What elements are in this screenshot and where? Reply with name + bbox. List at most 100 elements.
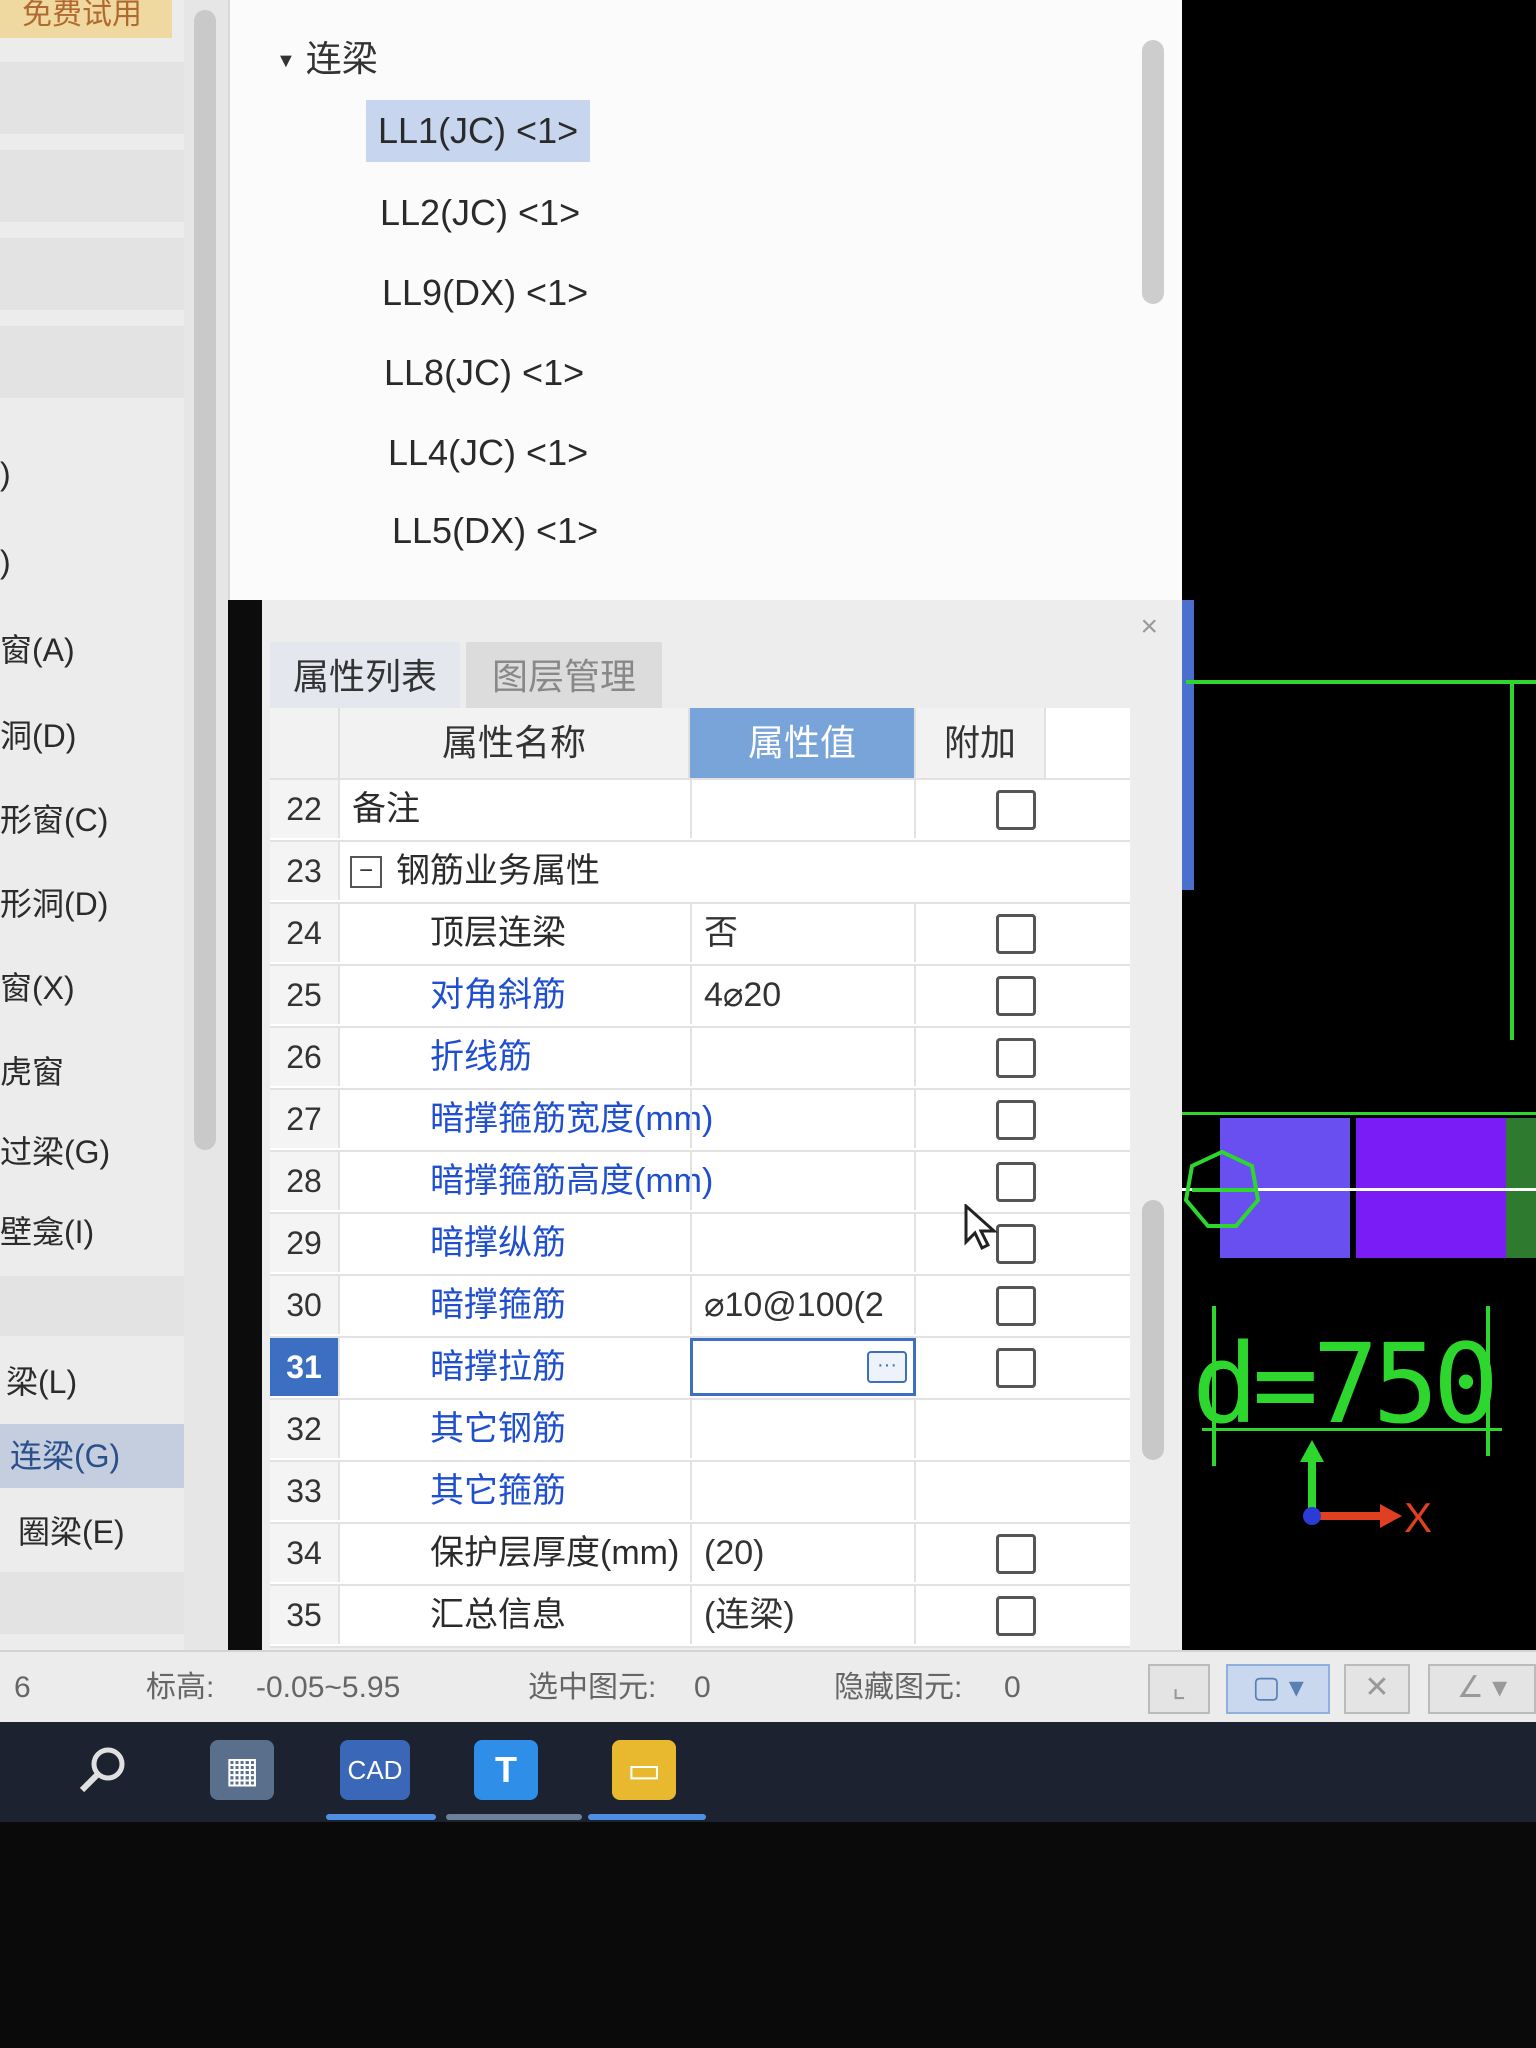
cad-line xyxy=(1186,680,1536,684)
file-explorer-icon[interactable]: ▭ xyxy=(612,1740,676,1800)
angle-tool-icon[interactable]: ∠ ▾ xyxy=(1428,1664,1536,1714)
tree-item-ll9[interactable]: LL9(DX) <1> xyxy=(370,262,600,324)
property-name: 汇总信息 xyxy=(430,1596,566,1634)
sidebar-blank-row xyxy=(0,150,190,222)
extra-checkbox[interactable] xyxy=(996,914,1036,954)
header-extra[interactable]: 附加 xyxy=(916,708,1046,778)
collapse-minus-icon[interactable]: − xyxy=(350,856,382,888)
cad-drawing-canvas[interactable]: d=750 X xyxy=(1182,0,1536,1650)
tree-item-ll4[interactable]: LL4(JC) <1> xyxy=(376,422,600,484)
extra-checkbox[interactable] xyxy=(996,1162,1036,1202)
canvas-edge-strip xyxy=(1182,600,1194,890)
property-value-text: ⌀10@100(2 xyxy=(704,1286,884,1324)
property-row[interactable]: 36抗震等级(一级抗震) xyxy=(270,1646,1130,1648)
property-value[interactable] xyxy=(690,1028,916,1086)
property-name: 暗撑箍筋宽度(mm) xyxy=(430,1100,714,1138)
calculator-icon[interactable]: ▦ xyxy=(210,1740,274,1800)
property-row[interactable]: 29 暗撑纵筋 xyxy=(270,1212,1130,1272)
hidden-elements-value: 0 xyxy=(1004,1671,1021,1704)
property-row[interactable]: 23− 钢筋业务属性 xyxy=(270,840,1130,900)
caret-down-icon[interactable]: ▼ xyxy=(276,50,296,72)
extra-checkbox[interactable] xyxy=(996,1100,1036,1140)
extra-checkbox[interactable] xyxy=(996,976,1036,1016)
property-row[interactable]: 32 其它钢筋 xyxy=(270,1398,1130,1458)
extra-checkbox[interactable] xyxy=(996,1038,1036,1078)
property-row[interactable]: 24 顶层连梁 否 xyxy=(270,902,1130,962)
tab-layer-management[interactable]: 图层管理 xyxy=(466,642,662,712)
header-property-name[interactable]: 属性名称 xyxy=(340,708,690,778)
extra-checkbox[interactable] xyxy=(996,1224,1036,1264)
ellipsis-button[interactable]: ··· xyxy=(867,1351,907,1383)
row-number: 32 xyxy=(270,1400,340,1458)
property-row[interactable]: 28 暗撑箍筋高度(mm) xyxy=(270,1150,1130,1210)
axis-marker-icon[interactable] xyxy=(1182,1148,1262,1232)
axis-x-label: X xyxy=(1404,1494,1433,1541)
row-number: 25 xyxy=(270,966,340,1024)
cad-line xyxy=(1182,1112,1536,1115)
property-value[interactable] xyxy=(690,1214,916,1272)
tree-item-ll2[interactable]: LL2(JC) <1> xyxy=(368,182,592,244)
cad-app-icon[interactable]: CAD xyxy=(340,1740,410,1800)
property-name: 保护层厚度(mm) xyxy=(430,1534,680,1572)
tab-property-list[interactable]: 属性列表 xyxy=(270,642,460,712)
property-value[interactable]: 4⌀20 xyxy=(690,966,916,1024)
property-value[interactable] xyxy=(690,1090,916,1148)
property-row[interactable]: 26 折线筋 xyxy=(270,1026,1130,1086)
ortho-toggle-icon[interactable]: ⌞ xyxy=(1148,1664,1210,1714)
property-row[interactable]: 33 其它箍筋 xyxy=(270,1460,1130,1520)
property-row[interactable]: 30 暗撑箍筋 ⌀10@100(2 xyxy=(270,1274,1130,1334)
extra-checkbox[interactable] xyxy=(996,1534,1036,1574)
property-row[interactable]: 25 对角斜筋 4⌀20 xyxy=(270,964,1130,1024)
property-value[interactable]: ⌀10@100(2 xyxy=(690,1276,916,1334)
extra-checkbox[interactable] xyxy=(996,1286,1036,1326)
monitor-bezel xyxy=(0,1822,1536,2048)
sidebar-blank-row xyxy=(0,1276,190,1336)
property-value[interactable]: (20) xyxy=(690,1524,916,1582)
text-app-icon[interactable]: T xyxy=(474,1740,538,1800)
row-number: 35 xyxy=(270,1586,340,1644)
property-row[interactable]: 22 备注 xyxy=(270,778,1130,838)
extra-checkbox[interactable] xyxy=(996,1348,1036,1388)
row-number: 30 xyxy=(270,1276,340,1334)
row-number: 29 xyxy=(270,1214,340,1272)
search-icon[interactable] xyxy=(70,1740,134,1800)
close-icon[interactable]: × xyxy=(1140,610,1158,644)
property-value-text: 4⌀20 xyxy=(704,976,782,1014)
tree-group-coupling-beam[interactable]: ▼ 连梁 xyxy=(276,34,378,84)
sidebar-scrollbar[interactable] xyxy=(184,0,228,1650)
property-name: 暗撑纵筋 xyxy=(430,1224,566,1262)
row-number: 23 xyxy=(270,842,340,900)
tree-item-ll1[interactable]: LL1(JC) <1> xyxy=(366,100,591,162)
property-value[interactable]: 否 xyxy=(690,904,916,962)
property-grid-scrollbar[interactable] xyxy=(1142,1200,1164,1460)
property-name: 对角斜筋 xyxy=(430,976,566,1014)
property-row[interactable]: 27 暗撑箍筋宽度(mm) xyxy=(270,1088,1130,1148)
tree-scrollbar[interactable] xyxy=(1142,40,1164,304)
component-tree-panel: ▼ 连梁 LL1(JC) <1> LL2(JC) <1> LL9(DX) <1> … xyxy=(228,0,1188,600)
property-row[interactable]: 35 汇总信息 (连梁) xyxy=(270,1584,1130,1644)
hidden-elements-label: 隐藏图元: xyxy=(834,1671,963,1704)
property-value[interactable] xyxy=(690,1400,916,1458)
sidebar-scrollbar-thumb[interactable] xyxy=(194,10,216,1150)
property-value[interactable] xyxy=(690,1152,916,1210)
trial-badge[interactable]: 免费试用 xyxy=(0,0,172,38)
property-value[interactable]: (连梁) xyxy=(690,1586,916,1644)
extra-checkbox[interactable] xyxy=(996,1596,1036,1636)
open-app-indicator xyxy=(588,1814,706,1820)
extra-checkbox[interactable] xyxy=(996,790,1036,830)
property-value-editor[interactable]: ··· xyxy=(690,1338,916,1396)
property-row[interactable]: 31 暗撑拉筋 ··· xyxy=(270,1336,1130,1396)
tree-item-ll5[interactable]: LL5(DX) <1> xyxy=(380,500,610,562)
status-left-value: 6 xyxy=(14,1671,31,1704)
property-name: 暗撑拉筋 xyxy=(430,1348,566,1386)
property-row[interactable]: 34 保护层厚度(mm) (20) xyxy=(270,1522,1130,1582)
elevation-value: -0.05~5.95 xyxy=(256,1671,401,1704)
tree-item-ll8[interactable]: LL8(JC) <1> xyxy=(372,342,596,404)
property-value[interactable] xyxy=(690,1462,916,1520)
select-box-icon[interactable]: ▢ ▾ xyxy=(1226,1664,1330,1714)
row-number: 24 xyxy=(270,904,340,962)
property-value[interactable] xyxy=(690,780,916,838)
cross-select-icon[interactable]: ✕ xyxy=(1344,1664,1410,1714)
dimension-text: d=750 xyxy=(1192,1320,1499,1448)
header-property-value[interactable]: 属性值 xyxy=(690,708,916,778)
